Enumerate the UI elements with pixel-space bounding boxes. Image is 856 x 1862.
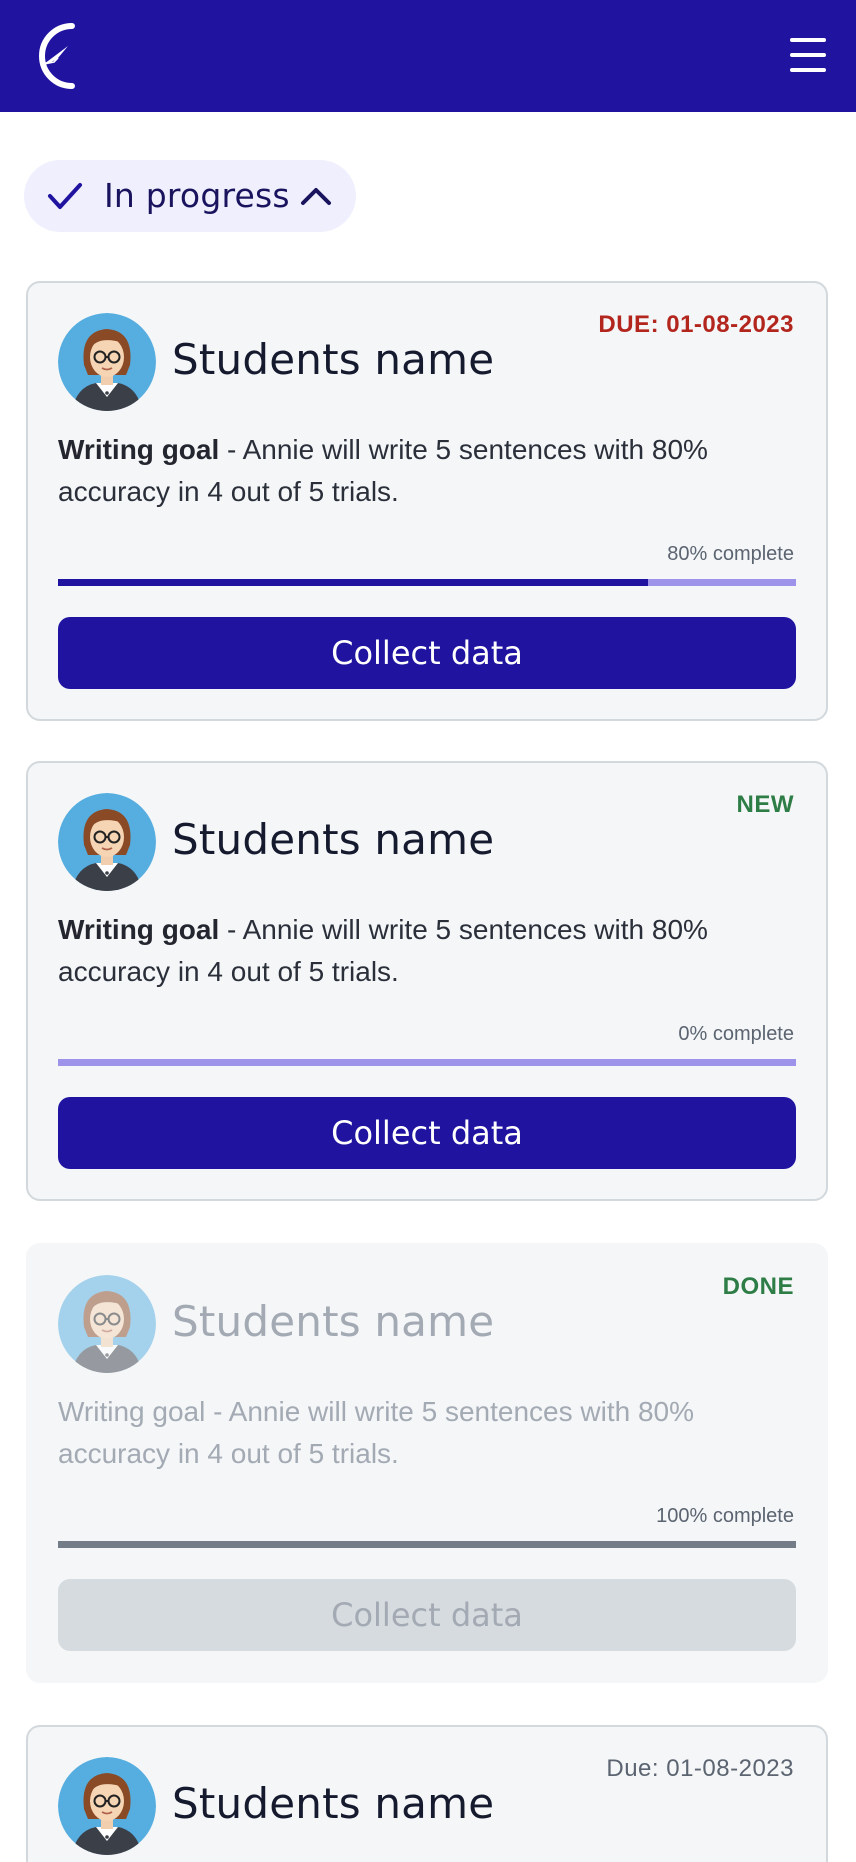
student-avatar [58, 1757, 156, 1855]
progress-bar [58, 579, 796, 586]
goal-title: Writing goal [58, 914, 220, 945]
progress-bar [58, 1541, 796, 1548]
top-app-bar [0, 0, 856, 112]
student-name: Students name [172, 1297, 495, 1346]
progress-label: 0% complete [678, 1023, 794, 1045]
chevron-up-icon [301, 188, 331, 205]
status-badge: NEW [736, 791, 794, 818]
goal-description: Writing goal - Annie will write 5 senten… [58, 909, 798, 993]
goal-title: Writing goal [58, 434, 220, 465]
check-icon [48, 183, 82, 209]
status-filter-dropdown[interactable]: In progress [24, 160, 356, 232]
hamburger-menu-icon[interactable] [786, 34, 830, 76]
student-avatar [58, 313, 156, 411]
collect-data-button[interactable]: Collect data [58, 1579, 796, 1651]
goal-title: Writing goal [58, 1396, 206, 1427]
goal-description: Writing goal - Annie will write 5 senten… [58, 1391, 798, 1475]
progress-fill [58, 579, 649, 586]
student-avatar [58, 793, 156, 891]
progress-label: 100% complete [656, 1505, 794, 1527]
collect-data-button[interactable]: Collect data [58, 617, 796, 689]
progress-label: 80% complete [667, 543, 794, 565]
student-name: Students name [172, 1779, 495, 1828]
collect-data-button[interactable]: Collect data [58, 1097, 796, 1169]
student-avatar [58, 1275, 156, 1373]
goal-card: Students name DUE: 01-08-2023 Writing goal… [26, 281, 828, 721]
goal-card: Students name DONE Writing goal - Annie wi… [26, 1243, 828, 1683]
status-badge: DUE: 01-08-2023 [598, 311, 794, 338]
progress-bar [58, 1059, 796, 1066]
progress-fill [58, 1541, 796, 1548]
goal-description: Writing goal - Annie will write 5 senten… [58, 429, 798, 513]
student-name: Students name [172, 335, 495, 384]
goal-card: Students name Due: 01-08-2023 [26, 1725, 828, 1862]
goal-card: Students name NEW Writing goal - Annie wil… [26, 761, 828, 1201]
compass-logo-icon[interactable] [22, 16, 88, 96]
status-badge: DONE [722, 1273, 794, 1300]
student-name: Students name [172, 815, 495, 864]
filter-label: In progress [104, 176, 290, 215]
status-badge: Due: 01-08-2023 [606, 1755, 794, 1782]
